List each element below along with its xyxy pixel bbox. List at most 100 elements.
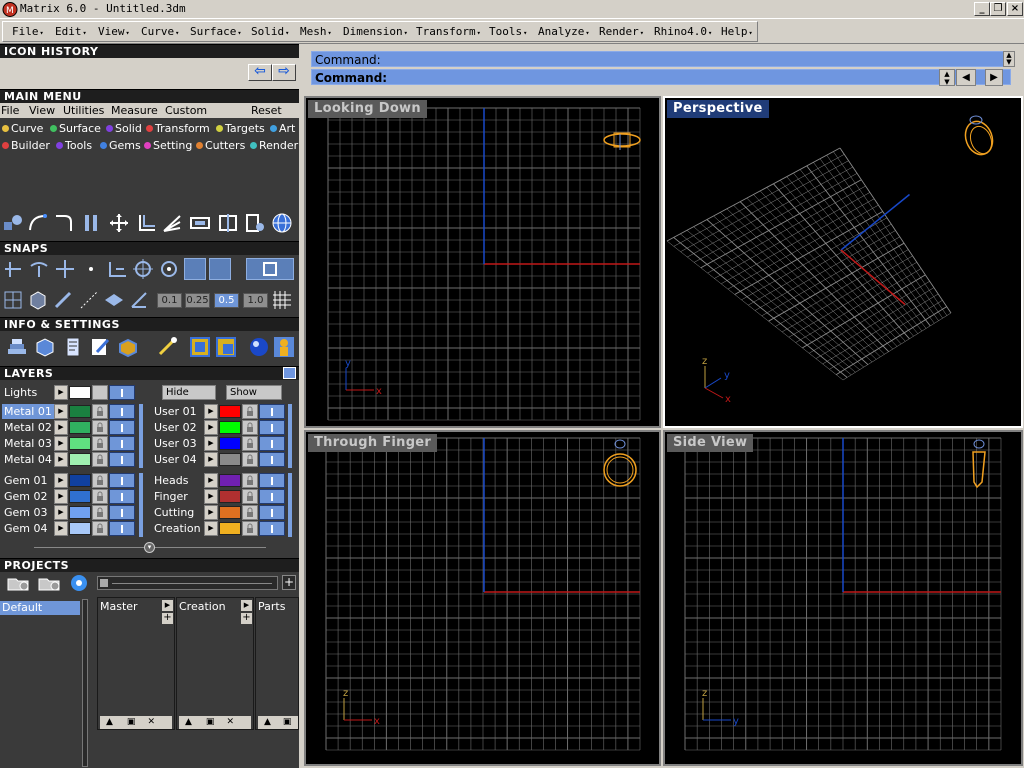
- category-cutters[interactable]: Cutters: [196, 139, 245, 152]
- category-render[interactable]: Render: [250, 139, 298, 152]
- category-transform[interactable]: Transform: [146, 122, 210, 135]
- restore-button[interactable]: ❐: [990, 2, 1006, 16]
- layer-color-swatch[interactable]: [219, 506, 241, 519]
- category-targets[interactable]: Targets: [216, 122, 265, 135]
- menu-file[interactable]: File: [12, 25, 44, 38]
- viewport-side-view[interactable]: zy Side View: [663, 430, 1023, 766]
- save-icon[interactable]: ▣: [127, 717, 136, 727]
- lights-lock-button[interactable]: [92, 385, 108, 400]
- layer-color-swatch[interactable]: [219, 474, 241, 487]
- viewport-looking-down[interactable]: yx Looking Down: [304, 96, 661, 428]
- command-updown-button[interactable]: ▲ ▼: [939, 69, 955, 86]
- submenu-custom[interactable]: Custom: [165, 104, 207, 117]
- primitives-icon[interactable]: [2, 212, 24, 234]
- layer-color-swatch[interactable]: [69, 405, 91, 418]
- layer-visible-button[interactable]: [109, 473, 135, 488]
- layer-name[interactable]: Metal 02: [2, 420, 54, 435]
- submenu-file[interactable]: File: [1, 104, 19, 117]
- layer-expand-button[interactable]: ▶: [204, 420, 218, 435]
- menu-help[interactable]: Help: [721, 25, 753, 38]
- layer-name[interactable]: Gem 02: [2, 489, 54, 504]
- snap-tan-button[interactable]: [184, 258, 206, 280]
- layer-expand-button[interactable]: ▶: [54, 436, 68, 451]
- snap-knot-button[interactable]: [209, 258, 231, 280]
- document-info-icon[interactable]: [62, 336, 84, 358]
- layer-color-swatch[interactable]: [69, 437, 91, 450]
- light-beam-icon[interactable]: [156, 336, 178, 358]
- layer-lock-button[interactable]: [92, 436, 108, 451]
- globe-icon[interactable]: [271, 212, 293, 234]
- layer-visible-button[interactable]: [109, 505, 135, 520]
- array-fan-icon[interactable]: [161, 212, 183, 234]
- layer-lock-button[interactable]: [92, 404, 108, 419]
- layer-visible-button[interactable]: [259, 521, 285, 536]
- lights-color-swatch[interactable]: [69, 386, 91, 399]
- snap-project-button[interactable]: [246, 258, 294, 280]
- menu-rhino4[interactable]: Rhino4.0: [654, 25, 712, 38]
- layer-color-swatch[interactable]: [219, 490, 241, 503]
- layer-name[interactable]: Metal 01: [2, 404, 54, 419]
- snap-quad-icon[interactable]: [158, 258, 180, 280]
- layer-visible-button[interactable]: [109, 521, 135, 536]
- user-gold-icon[interactable]: [273, 336, 295, 358]
- layer-lock-button[interactable]: [242, 452, 258, 467]
- command-history-scroll[interactable]: ▲ ▼: [1003, 51, 1015, 67]
- layer-lock-button[interactable]: [242, 521, 258, 536]
- layer-color-swatch[interactable]: [69, 490, 91, 503]
- notes-pencil-icon[interactable]: [89, 336, 111, 358]
- master-expand-button[interactable]: ▶: [162, 600, 173, 611]
- command-next-button[interactable]: ▶: [985, 69, 1003, 86]
- grid-settings-icon[interactable]: [271, 289, 293, 311]
- layer-expand-button[interactable]: ▶: [54, 505, 68, 520]
- layer-lock-button[interactable]: [242, 420, 258, 435]
- sphere-material-icon[interactable]: [248, 336, 270, 358]
- layer-name[interactable]: Gem 04: [2, 521, 54, 536]
- layer-lock-button[interactable]: [242, 473, 258, 488]
- layers-resize-handle[interactable]: ▾: [144, 542, 155, 553]
- show-all-button[interactable]: Show: [226, 385, 282, 400]
- project-settings-icon[interactable]: [70, 574, 88, 592]
- category-surface[interactable]: Surface: [50, 122, 101, 135]
- mirror-icon[interactable]: [217, 212, 239, 234]
- arc-curve-icon[interactable]: [27, 212, 49, 234]
- layer-expand-button[interactable]: ▶: [54, 404, 68, 419]
- snap-value-0-25[interactable]: 0.25: [185, 293, 210, 308]
- layer-visible-button[interactable]: [109, 452, 135, 467]
- snap-perp-icon[interactable]: [106, 258, 128, 280]
- fillet-curve-icon[interactable]: [53, 212, 75, 234]
- menu-surface[interactable]: Surface: [190, 25, 242, 38]
- creation-expand-button[interactable]: ▶: [241, 600, 252, 611]
- layer-visible-button[interactable]: [259, 452, 285, 467]
- category-art[interactable]: Art: [270, 122, 295, 135]
- layer-name[interactable]: User 02: [152, 420, 204, 435]
- layer-color-swatch[interactable]: [219, 522, 241, 535]
- minimize-button[interactable]: _: [974, 2, 990, 16]
- layer-name[interactable]: Creation: [152, 521, 204, 536]
- menu-render[interactable]: Render: [599, 25, 644, 38]
- close-button[interactable]: ×: [1007, 2, 1023, 16]
- layer-lock-button[interactable]: [92, 505, 108, 520]
- layers-collapse-button[interactable]: [283, 367, 296, 379]
- project-slider-thumb[interactable]: [100, 579, 108, 587]
- layer-color-swatch[interactable]: [69, 474, 91, 487]
- delete-icon[interactable]: ✕: [226, 717, 234, 727]
- layer-lock-button[interactable]: [92, 420, 108, 435]
- hide-all-button[interactable]: Hide: [162, 385, 216, 400]
- layer-visible-button[interactable]: [109, 404, 135, 419]
- layer-expand-button[interactable]: ▶: [54, 420, 68, 435]
- menu-analyze[interactable]: Analyze: [538, 25, 590, 38]
- layer-expand-button[interactable]: ▶: [54, 521, 68, 536]
- category-tools[interactable]: Tools: [56, 139, 92, 152]
- layer-visible-button[interactable]: [259, 404, 285, 419]
- layer-lock-button[interactable]: [242, 505, 258, 520]
- save-icon[interactable]: ▣: [206, 717, 215, 727]
- layer-expand-button[interactable]: ▶: [54, 489, 68, 504]
- viewport-label-perspective[interactable]: Perspective: [667, 100, 769, 118]
- layer-visible-button[interactable]: [109, 489, 135, 504]
- creation-add-button[interactable]: +: [241, 613, 252, 624]
- menu-dimension[interactable]: Dimension: [343, 25, 408, 38]
- gumball-icon[interactable]: [128, 289, 150, 311]
- layer-lock-button[interactable]: [242, 404, 258, 419]
- trim-icon[interactable]: [244, 212, 266, 234]
- layer-name[interactable]: Finger: [152, 489, 204, 504]
